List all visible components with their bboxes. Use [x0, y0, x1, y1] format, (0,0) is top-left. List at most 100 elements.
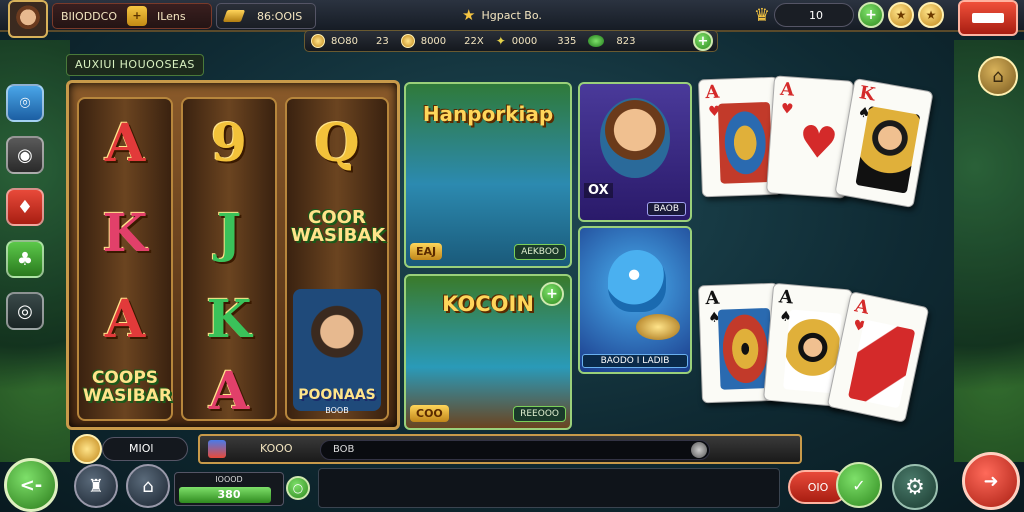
reel-symbol: Q — [314, 113, 360, 174]
reel-symbol: K — [206, 289, 252, 350]
add-vip-button[interactable]: + — [858, 2, 884, 28]
game-icon — [208, 440, 226, 458]
crown-icon: ♛ — [753, 4, 770, 26]
add-button[interactable]: + — [126, 6, 147, 26]
gear-icon: ⚙ — [905, 474, 925, 500]
settings-button[interactable]: ⚙ — [892, 464, 938, 510]
title-label: ILens — [156, 9, 186, 23]
game-tile-adventurer[interactable]: OX BAOB — [578, 82, 692, 222]
xp-box: IOOOD 380 — [174, 472, 284, 506]
reel-3: Q COOR WASIBAK POONAAS BOOB — [285, 97, 389, 421]
player-pill[interactable]: BIIODDCO + ILens — [52, 3, 212, 29]
tile-play-button[interactable]: AEKBOO — [514, 244, 566, 260]
progress-label: KOOO — [260, 442, 293, 455]
coins-stat-a: 8O80 23 — [305, 34, 395, 48]
tile-play-button[interactable]: BAOB — [646, 202, 686, 216]
wolf-button[interactable]: ◉ — [6, 136, 44, 174]
play-icon: ➜ — [983, 470, 999, 492]
chat-input[interactable] — [318, 468, 780, 508]
progress-track-text: BOB — [333, 444, 355, 455]
center-title-text: Hgpact Bo. — [481, 8, 542, 22]
back-button[interactable]: <- — [4, 458, 58, 512]
castle-icon: ♜ — [87, 475, 105, 497]
card-art — [717, 101, 773, 184]
jungle-background-right — [954, 40, 1024, 462]
coins-b2-value: 22X — [464, 35, 484, 47]
menu-icon — [972, 13, 1004, 23]
coin-balance: MIOl — [102, 437, 188, 461]
xp-value: 380 — [217, 488, 241, 501]
add-gems-button[interactable]: + — [693, 31, 713, 51]
tree-button[interactable]: ♣ — [6, 240, 44, 278]
stat-bar: 8O80 23 8000 22X ✦ 0000 335 823 + — [304, 30, 718, 52]
castle-button[interactable]: ♜ — [74, 464, 118, 508]
chat-button[interactable]: ◎ — [6, 292, 44, 330]
back-arrow-icon: <- — [19, 474, 43, 496]
wand-icon: ✦ — [495, 34, 506, 48]
left-sidebar: ⌾ ◉ ♦ ♣ ◎ — [6, 84, 44, 330]
card-rank: A — [852, 295, 872, 319]
menu-button[interactable] — [958, 0, 1018, 36]
gold-bar-icon — [222, 10, 246, 22]
play-button[interactable]: ➜ — [962, 452, 1020, 510]
gold-amount: 86:OOIS — [257, 9, 303, 23]
coins-a-value: 8O80 — [331, 35, 358, 47]
map-pin-icon: ⌾ — [19, 92, 31, 114]
shop-icon: ⌂ — [142, 475, 154, 497]
game-tile-fish[interactable]: BAODO I LADIB — [578, 226, 692, 374]
card-rank: A — [779, 78, 795, 101]
coin-icon — [311, 34, 325, 48]
card-rank: K — [857, 82, 877, 106]
game-tile-hanporkiap[interactable]: Hanporkiap EAJ AEKBOO — [404, 82, 572, 268]
reel-1: A K A COOPS WASIBAR — [77, 97, 173, 421]
center-title: ★ Hgpact Bo. — [462, 6, 542, 24]
tile-play-button[interactable]: BAODO I LADIB — [582, 354, 688, 368]
card-rank: A — [778, 286, 794, 309]
game-tile-kocoin[interactable]: KOCOIN + COO REEOOO — [404, 274, 572, 430]
wand-b-value: 335 — [557, 35, 577, 47]
gold-coin-button-a[interactable]: ★ — [888, 2, 914, 28]
confirm-button[interactable]: ✓ — [836, 462, 882, 508]
tile-ox-label: OX — [584, 183, 613, 198]
vip-group: ♛ 10 + ★ ★ — [754, 2, 944, 28]
map-pin-button[interactable]: ⌾ — [6, 84, 44, 122]
tile-add-button[interactable]: + — [540, 282, 564, 306]
card-rank: A — [705, 81, 720, 104]
avatar[interactable] — [8, 0, 48, 38]
reel-2: 9 J K A — [181, 97, 277, 422]
tile-title: Hanporkiap — [422, 102, 554, 126]
reel-symbol: A — [208, 361, 250, 422]
card-button[interactable]: ♦ — [6, 188, 44, 226]
gems-value: 823 — [616, 35, 636, 47]
gold-coin-button-b[interactable]: ★ — [918, 2, 944, 28]
reel-logo-badge: COOR WASIBAK — [291, 207, 386, 246]
coin-icon — [400, 34, 415, 48]
card-art — [786, 102, 843, 185]
card-rank: A — [705, 287, 720, 310]
xp-button[interactable]: ○ — [286, 476, 310, 500]
progress-track[interactable]: BOB — [320, 440, 710, 460]
home-button[interactable]: ⌂ — [978, 56, 1018, 96]
tile-tag: EAJ — [410, 243, 443, 260]
reel-logo-badge: COOPS WASIBAR — [83, 368, 172, 406]
coins-a2-value: 23 — [375, 35, 389, 47]
top-bar: BIIODDCO + ILens 86:OOIS ★ Hgpact Bo. ♛ … — [0, 0, 1024, 38]
slot-title: AUXIUI HOUOOSEAS — [66, 54, 204, 76]
star-icon: ★ — [462, 6, 476, 24]
coin-icon — [72, 434, 102, 464]
tile-play-button[interactable]: REEOOO — [513, 406, 566, 422]
tile-tag: COO — [410, 405, 449, 422]
reel-symbol: 9 — [210, 113, 248, 174]
slot-machine[interactable]: A K A COOPS WASIBAR 9 J K A Q COOR WASIB… — [66, 80, 400, 430]
adventurer-character — [600, 98, 670, 178]
character-label: POONAAS — [298, 387, 376, 403]
wand-stat: ✦ 0000 335 — [490, 34, 583, 48]
progress-frame: KOOO BOB — [198, 434, 802, 464]
wand-a-value: 0000 — [511, 35, 538, 47]
shop-button[interactable]: ⌂ — [126, 464, 170, 508]
reel-symbol: A — [104, 113, 146, 174]
character-card: POONAAS BOOB — [293, 289, 381, 415]
gem-icon — [588, 35, 605, 47]
gold-pill[interactable]: 86:OOIS — [216, 3, 316, 29]
progress-knob[interactable] — [691, 442, 707, 458]
